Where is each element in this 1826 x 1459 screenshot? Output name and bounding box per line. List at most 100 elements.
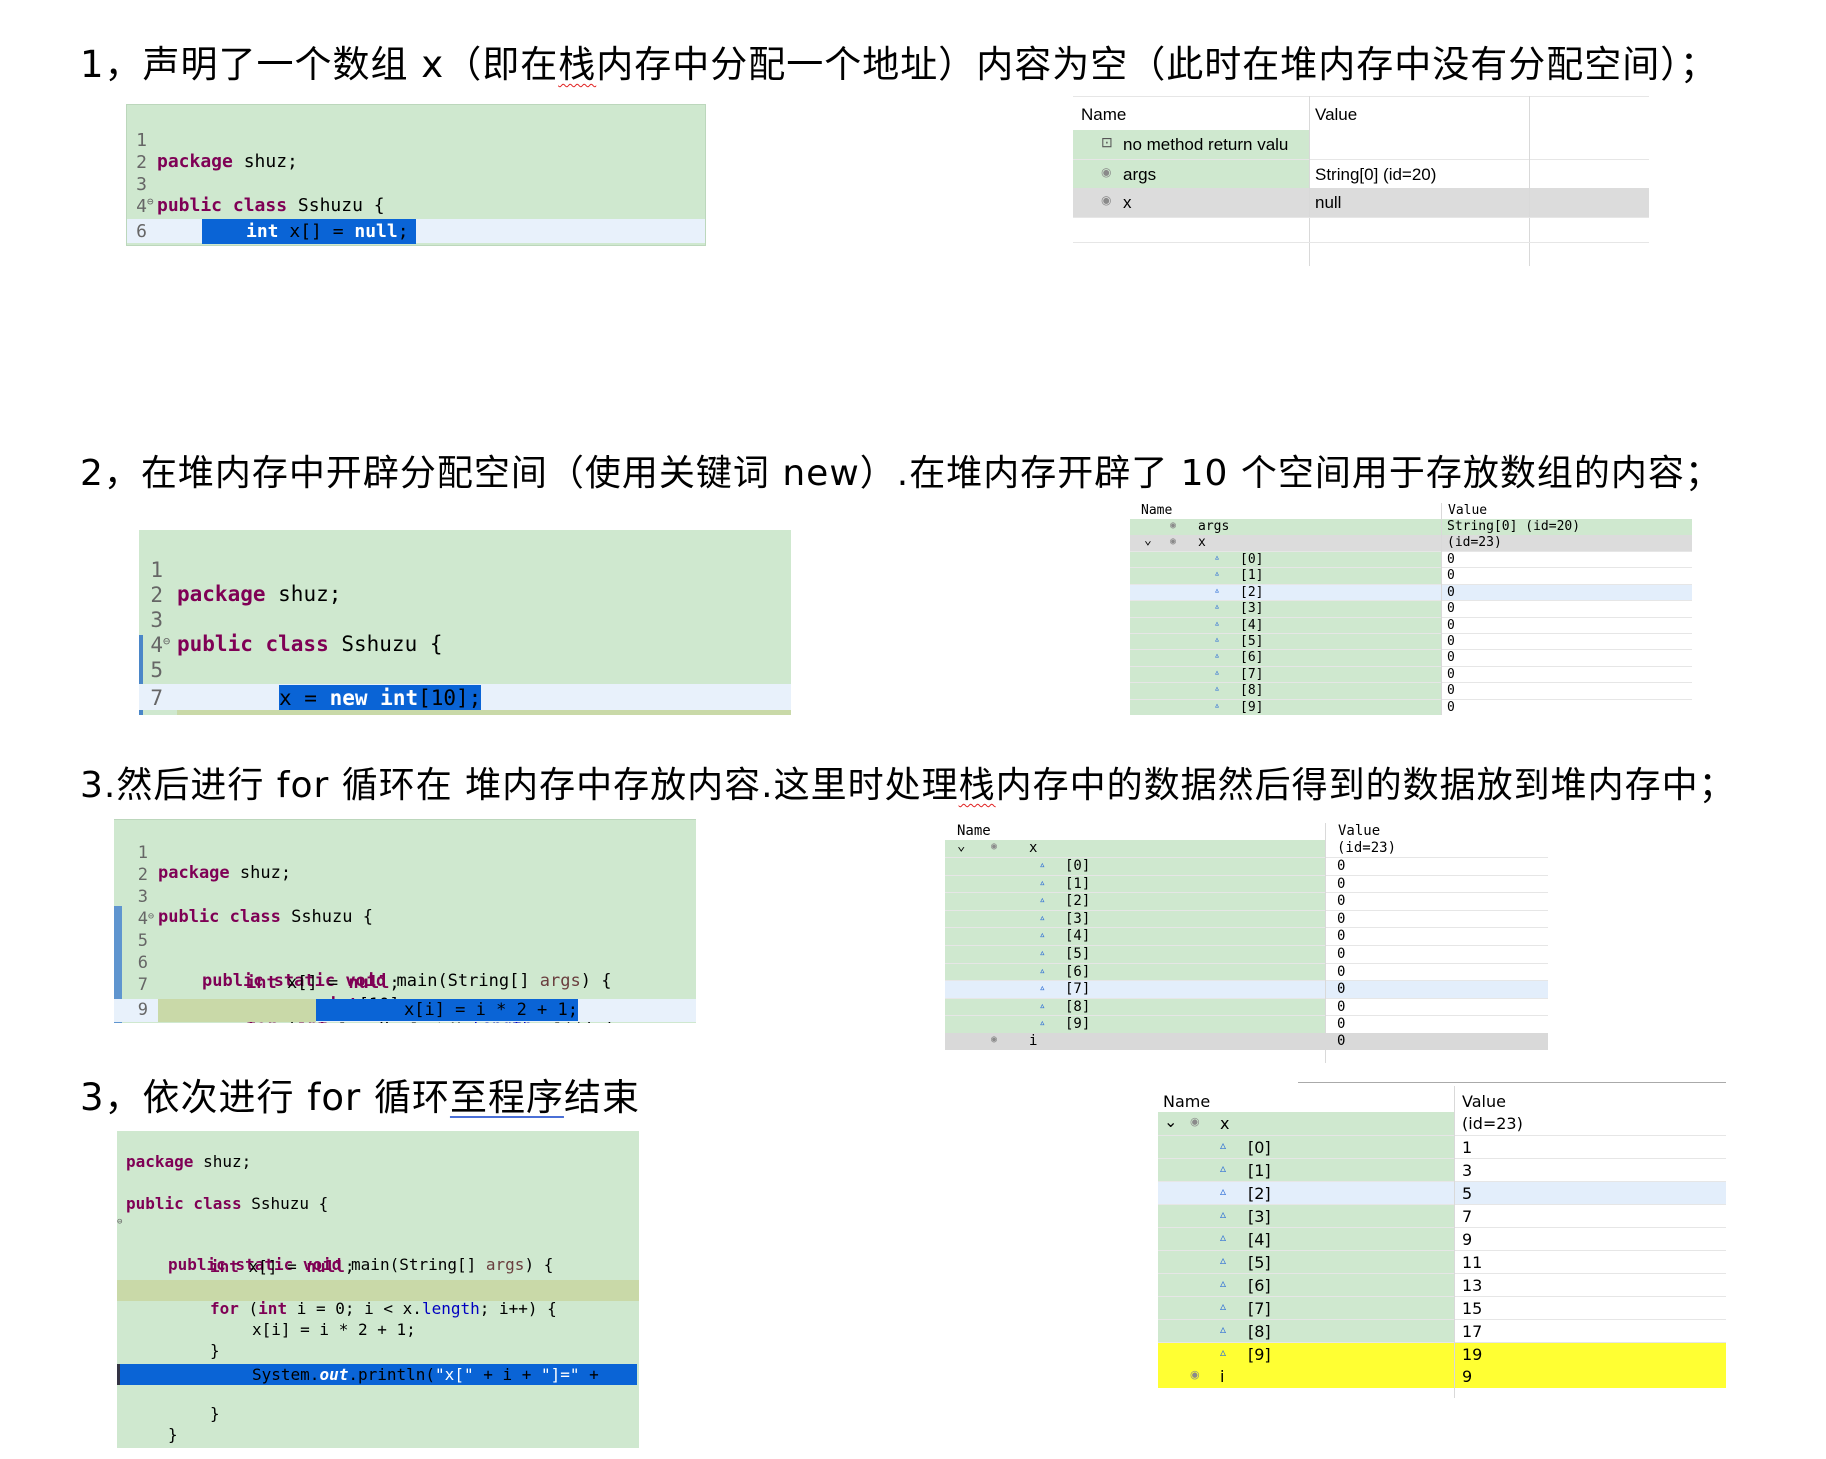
array-element-row[interactable]: ▵ [8] 0 — [945, 997, 1548, 1016]
array-element-row[interactable]: ▵ [0] 0 — [945, 857, 1548, 875]
code-line: } — [168, 1425, 178, 1444]
code-line: } — [210, 1341, 220, 1360]
array-element-row[interactable]: ▵ [1] 3 — [1158, 1158, 1726, 1181]
variable-row[interactable]: ⌄ ◉ x (id=23) — [1158, 1112, 1726, 1135]
array-element-row[interactable]: ▵ [8] 17 — [1158, 1319, 1726, 1342]
array-element-row[interactable]: ▵ [9] 0 — [1130, 698, 1692, 715]
expand-chevron-icon[interactable]: ⌄ — [1144, 533, 1152, 548]
variables-view-2[interactable]: Name Value ◉ args String[0] (id=20) ⌄ ◉ … — [1130, 503, 1692, 715]
array-element-icon: ▵ — [1039, 858, 1046, 871]
code-line: ⊖ public static void main(String[] args)… — [117, 1217, 554, 1274]
variables-view-3[interactable]: Name Value ⌄ ◉ x (id=23) ▵ [0] 0 ▵ [1] 0 ▵ [2] 0… — [945, 823, 1548, 1063]
array-element-row[interactable]: ▵ [6] 0 — [1130, 649, 1692, 666]
array-element-icon: ▵ — [1214, 584, 1221, 596]
code-editor-2[interactable]: 1 package shuz; 2 3 public class Sshuzu … — [139, 530, 791, 715]
fold-icon[interactable]: ⊖ — [147, 195, 154, 208]
variable-row[interactable]: ◉ args String[0] (id=20) — [1130, 519, 1692, 535]
array-element-icon: ▵ — [1220, 1184, 1227, 1198]
code-line: 7 x = new int[10]; — [137, 975, 410, 1015]
code-line: public class Sshuzu { — [126, 1194, 329, 1213]
code-line: 2 — [137, 865, 148, 885]
code-editor-4[interactable]: package shuz; public class Sshuzu { ⊖ pu… — [117, 1131, 639, 1448]
code-line: for (int i = 0; i < x.length; i++) { — [117, 1343, 639, 1381]
heading-step-3-underlined: 栈 — [958, 765, 996, 806]
code-line-current: 6 int x[] = null; — [127, 219, 705, 244]
fold-icon[interactable]: ⊖ — [117, 1217, 122, 1227]
array-element-row[interactable]: ▵ [1] 0 — [945, 874, 1548, 893]
fold-icon[interactable]: ⊖ — [163, 634, 170, 648]
selected-statement[interactable]: x = new int[10]; — [279, 685, 482, 711]
code-line: 4 — [150, 633, 163, 657]
variable-row[interactable]: ◉ args String[0] (id=20) — [1073, 159, 1649, 188]
array-element-row[interactable]: ▵ [9] 0 — [945, 1015, 1548, 1033]
array-element-icon: ▵ — [1039, 928, 1046, 942]
array-element-row[interactable]: ▵ [4] 0 — [945, 927, 1548, 945]
code-line: 2 — [136, 152, 147, 173]
array-element-row[interactable]: ▵ [9] 19 — [1158, 1342, 1726, 1365]
heading-step-3: 3.然后进行 for 循环在 堆内存中存放内容.这里时处理栈内存中的数据然后得到… — [80, 765, 1736, 806]
variables-view-4[interactable]: Name Value ⌄ ◉ x (id=23) ▵ [0] 1 ▵ [1] 3 ▵ [2] 5… — [1158, 1082, 1726, 1398]
array-element-row[interactable]: ▵ [5] 0 — [945, 945, 1548, 963]
code-line: for (int i = 0; i < x.length; i++) { — [117, 1280, 639, 1318]
variable-row-selected[interactable]: ◉ x null — [1073, 188, 1649, 217]
selected-statement[interactable]: x[i] = i * 2 + 1; — [316, 999, 578, 1021]
array-element-icon: ▵ — [1214, 601, 1221, 613]
array-element-icon: ▵ — [1039, 946, 1046, 959]
array-element-row[interactable]: ▵ [0] 0 — [1130, 551, 1692, 568]
code-line: 8 for (int i = 0; i < x.length; i++) { — [114, 977, 696, 1023]
code-line-current: 7 x = new int[10]; — [139, 684, 791, 711]
code-line: 5 ⊖ public static void main(String[] arg… — [127, 195, 705, 239]
array-element-icon: ▵ — [1220, 1322, 1227, 1336]
array-element-icon: ▵ — [1214, 634, 1221, 645]
fold-icon[interactable]: ⊖ — [148, 911, 154, 922]
code-line: 4 — [137, 909, 148, 929]
array-element-icon: ▵ — [1214, 699, 1221, 711]
array-element-row[interactable]: ▵ [7] 0 — [1130, 665, 1692, 683]
code-line: } — [210, 1404, 220, 1423]
variable-row-selected[interactable]: ⌄ ◉ x (id=23) — [1130, 533, 1692, 551]
array-element-row[interactable]: ▵ [3] 0 — [945, 909, 1548, 928]
array-element-row[interactable]: ▵ [4] 0 — [1130, 616, 1692, 633]
selected-statement[interactable]: int x[] = null; — [202, 219, 416, 244]
variables-header: Name Value — [1073, 96, 1649, 130]
field-icon: ◉ — [1170, 536, 1177, 547]
array-element-row[interactable]: ▵ [1] 0 — [1130, 567, 1692, 584]
array-element-row[interactable]: ▵ [5] 11 — [1158, 1250, 1726, 1273]
expand-chevron-icon[interactable]: ⌄ — [1164, 1112, 1177, 1131]
array-element-icon: ▵ — [1039, 893, 1046, 907]
selected-statement[interactable]: System.out.println("x[" + i + "]=" + — [120, 1364, 637, 1385]
array-element-row[interactable]: ▵ [6] 13 — [1158, 1273, 1726, 1296]
variable-row-changed[interactable]: ◉ i 9 — [1158, 1365, 1726, 1388]
array-element-icon: ▵ — [1214, 552, 1221, 563]
heading-step-1-underlined: 栈 — [558, 43, 597, 86]
array-element-icon: ▵ — [1039, 981, 1046, 995]
array-element-row[interactable]: ▵ [2] 0 — [1130, 583, 1692, 601]
array-element-row[interactable]: ▵ [7] 0 — [945, 980, 1548, 998]
variable-row[interactable]: ⊡ no method return valu — [1073, 130, 1649, 159]
array-element-row[interactable]: ▵ [4] 9 — [1158, 1227, 1726, 1250]
code-line: 5 ⊖ public static void main(String[] arg… — [150, 634, 733, 715]
array-element-icon: ▵ — [1039, 910, 1046, 924]
return-icon: ⊡ — [1101, 134, 1113, 150]
array-element-row[interactable]: ▵ [5] 0 — [1130, 633, 1692, 650]
array-element-row[interactable]: ▵ [2] 5 — [1158, 1181, 1726, 1204]
array-element-row[interactable]: ▵ [8] 0 — [1130, 682, 1692, 699]
variables-view-1[interactable]: Name Value ⊡ no method return valu ◉ arg… — [1073, 96, 1649, 266]
array-element-row[interactable]: ▵ [7] 15 — [1158, 1296, 1726, 1319]
array-element-row[interactable]: ▵ [2] 0 — [945, 892, 1548, 910]
code-line: 3 public class Sshuzu { — [150, 608, 443, 656]
code-line: 1 package shuz; — [137, 843, 292, 883]
array-element-row[interactable]: ▵ [0] 1 — [1158, 1135, 1726, 1158]
array-element-row[interactable]: ▵ [6] 0 — [945, 962, 1548, 981]
code-line: 1 package shuz; — [150, 558, 342, 606]
variable-row[interactable]: ◉ i 0 — [945, 1033, 1548, 1050]
code-line: int x[] = null; — [210, 1257, 355, 1276]
array-element-row[interactable]: ▵ [3] 0 — [1130, 600, 1692, 617]
array-element-row[interactable]: ▵ [3] 7 — [1158, 1204, 1726, 1227]
array-element-icon: ▵ — [1214, 568, 1221, 580]
variable-row[interactable]: ⌄ ◉ x (id=23) — [945, 838, 1548, 857]
code-editor-3[interactable]: 1 package shuz; 2 3 public class Sshuzu … — [114, 819, 696, 1023]
expand-chevron-icon[interactable]: ⌄ — [957, 838, 965, 854]
code-editor-1[interactable]: 1 package shuz; 2 3 public class Sshuzu … — [126, 104, 706, 246]
code-line: 6 int x[] = null; — [137, 953, 400, 993]
